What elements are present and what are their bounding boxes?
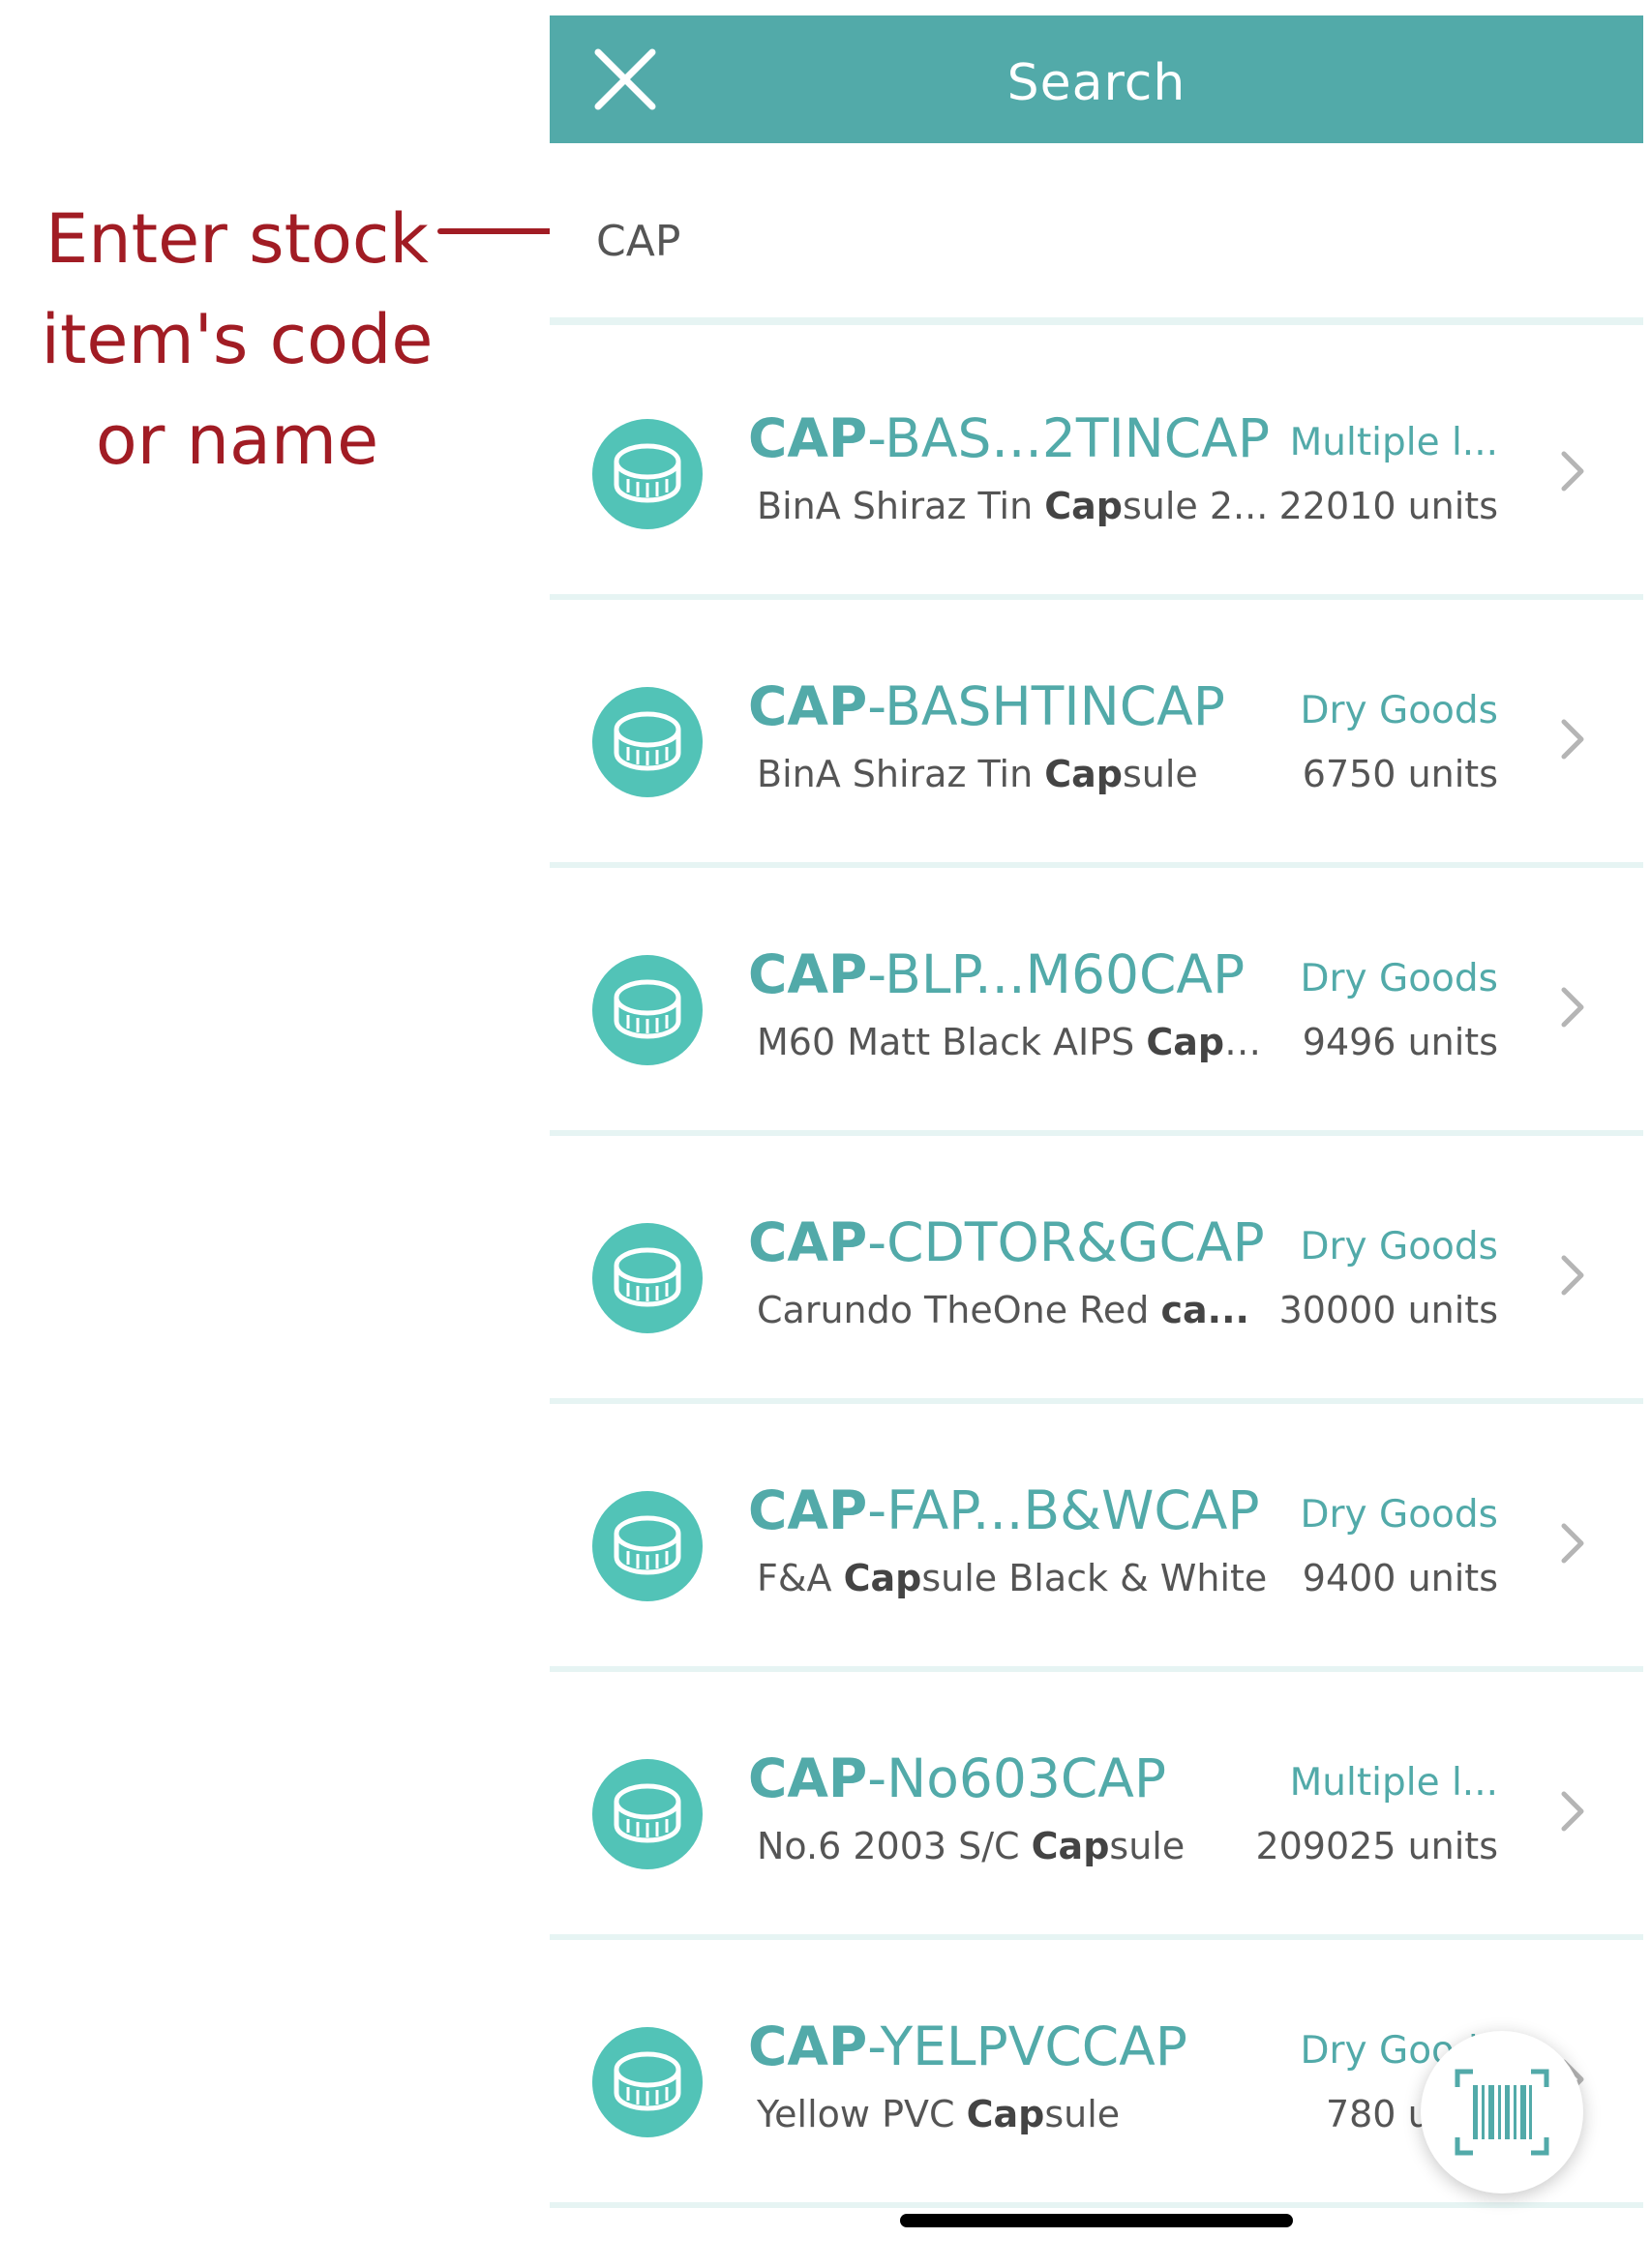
item-code: CAP-YELPVCCAP xyxy=(748,2015,1290,2077)
search-header: Search xyxy=(550,15,1643,143)
annotation-text: Enter stock item's code or name xyxy=(41,199,434,480)
item-units: 6750 units xyxy=(1302,753,1498,795)
chevron-right-icon xyxy=(1561,1791,1584,1832)
item-description: No.6 2003 S/C Capsule xyxy=(757,1825,1270,1867)
item-desc-match: Cap xyxy=(1031,1825,1110,1867)
item-code-match: CAP xyxy=(748,675,868,737)
capsule-icon xyxy=(614,1515,681,1575)
capsule-icon xyxy=(614,2051,681,2111)
item-category: Dry Goods xyxy=(1300,1493,1498,1537)
chevron-right-icon xyxy=(1561,451,1584,492)
item-code-rest: -FAP...B&WCAP xyxy=(867,1479,1260,1541)
item-desc-pre: M60 Matt Black AIPS xyxy=(757,1021,1147,1063)
results-list: CAP-BAS...2TINCAP Multiple l... BinA Shi… xyxy=(550,332,1643,2208)
item-code-match: CAP xyxy=(748,1479,868,1541)
item-description: F&A Capsule Black & White xyxy=(757,1557,1270,1599)
item-category: Multiple l... xyxy=(1289,1761,1498,1805)
item-code-rest: -YELPVCCAP xyxy=(867,2015,1187,2077)
item-units: 9496 units xyxy=(1302,1021,1498,1063)
capsule-icon xyxy=(614,1247,681,1307)
item-code: CAP-CDTOR&GCAP xyxy=(748,1211,1290,1273)
item-code-rest: -CDTOR&GCAP xyxy=(867,1211,1265,1273)
item-avatar xyxy=(592,687,703,797)
item-category: Dry Goods xyxy=(1300,957,1498,1000)
search-panel: Search CAP-BAS...2TINCAP Multiple l... B… xyxy=(550,15,1643,2268)
search-input[interactable] xyxy=(596,207,1545,275)
result-row[interactable]: CAP-BAS...2TINCAP Multiple l... BinA Shi… xyxy=(550,332,1643,600)
result-row[interactable]: CAP-No603CAP Multiple l... No.6 2003 S/C… xyxy=(550,1672,1643,1940)
item-code: CAP-No603CAP xyxy=(748,1747,1290,1809)
item-avatar xyxy=(592,1759,703,1869)
chevron-right-icon xyxy=(1561,719,1584,760)
item-code: CAP-FAP...B&WCAP xyxy=(748,1479,1290,1541)
item-units: 30000 units xyxy=(1278,1289,1498,1331)
item-avatar xyxy=(592,955,703,1065)
item-units: 22010 units xyxy=(1278,485,1498,527)
chevron-right-icon xyxy=(1561,1523,1584,1564)
item-avatar xyxy=(592,2027,703,2137)
item-desc-pre: No.6 2003 S/C xyxy=(757,1825,1032,1867)
item-desc-match: Cap xyxy=(843,1557,922,1599)
item-desc-post: sule xyxy=(1109,1825,1186,1867)
item-desc-pre: F&A xyxy=(757,1557,844,1599)
item-code-match: CAP xyxy=(748,1211,868,1273)
result-row[interactable]: CAP-CDTOR&GCAP Dry Goods Carundo TheOne … xyxy=(550,1136,1643,1404)
item-desc-pre: BinA Shiraz Tin xyxy=(757,485,1045,527)
result-row[interactable]: CAP-BASHTINCAP Dry Goods BinA Shiraz Tin… xyxy=(550,600,1643,868)
item-units: 209025 units xyxy=(1255,1825,1498,1867)
item-code-match: CAP xyxy=(748,407,868,469)
divider xyxy=(550,317,1643,325)
item-description: BinA Shiraz Tin Capsule xyxy=(757,753,1270,795)
item-desc-post: sule xyxy=(1122,753,1198,795)
item-desc-pre: BinA Shiraz Tin xyxy=(757,753,1045,795)
chevron-right-icon xyxy=(1561,987,1584,1028)
capsule-icon xyxy=(614,711,681,771)
item-code-rest: -No603CAP xyxy=(867,1747,1167,1809)
item-desc-match: Cap xyxy=(1044,485,1123,527)
scan-barcode-button[interactable] xyxy=(1421,2031,1583,2193)
search-box xyxy=(550,143,1643,317)
item-code: CAP-BLP...M60CAP xyxy=(748,943,1290,1005)
capsule-icon xyxy=(614,1783,681,1843)
result-row[interactable]: CAP-BLP...M60CAP Dry Goods M60 Matt Blac… xyxy=(550,868,1643,1136)
item-desc-pre: Carundo TheOne Red xyxy=(757,1289,1161,1331)
result-row[interactable]: CAP-FAP...B&WCAP Dry Goods F&A Capsule B… xyxy=(550,1404,1643,1672)
item-avatar xyxy=(592,1491,703,1601)
item-code: CAP-BAS...2TINCAP xyxy=(748,407,1290,469)
item-code-rest: -BAS...2TINCAP xyxy=(867,407,1270,469)
item-desc-match: Cap xyxy=(966,2093,1045,2135)
home-indicator xyxy=(900,2214,1293,2227)
item-code-match: CAP xyxy=(748,943,868,1005)
item-avatar xyxy=(592,1223,703,1333)
item-category: Dry Goods xyxy=(1300,1225,1498,1268)
item-category: Dry Goods xyxy=(1300,689,1498,732)
item-description: Carundo TheOne Red ca... xyxy=(757,1289,1270,1331)
item-code-match: CAP xyxy=(748,2015,868,2077)
item-description: BinA Shiraz Tin Capsule 2... xyxy=(757,485,1270,527)
item-units: 9400 units xyxy=(1302,1557,1498,1599)
header-title: Search xyxy=(1006,54,1186,112)
chevron-right-icon xyxy=(1561,1255,1584,1296)
item-code-rest: -BASHTINCAP xyxy=(867,675,1225,737)
capsule-icon xyxy=(614,979,681,1039)
item-description: M60 Matt Black AIPS Caps... xyxy=(757,1021,1270,1063)
item-code: CAP-BASHTINCAP xyxy=(748,675,1290,737)
item-category: Multiple l... xyxy=(1289,421,1498,464)
capsule-icon xyxy=(614,443,681,503)
item-avatar xyxy=(592,419,703,529)
item-code-rest: -BLP...M60CAP xyxy=(867,943,1246,1005)
item-code-match: CAP xyxy=(748,1747,868,1809)
item-description: Yellow PVC Capsule xyxy=(757,2093,1270,2135)
item-desc-pre: Yellow PVC xyxy=(757,2093,967,2135)
item-desc-post: sule xyxy=(1044,2093,1121,2135)
item-desc-match: Cap xyxy=(1044,753,1123,795)
barcode-scan-icon xyxy=(1455,2069,1549,2156)
